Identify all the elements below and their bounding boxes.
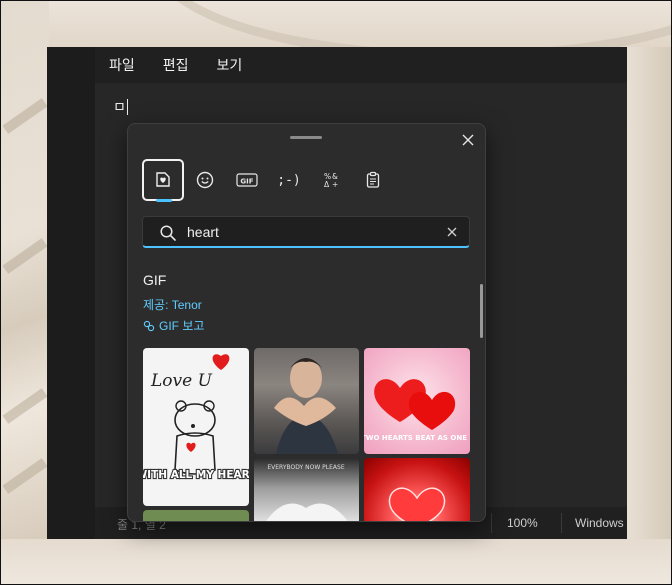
desktop-wallpaper-right [627, 47, 671, 547]
close-button[interactable] [458, 130, 478, 150]
view-gif-label: GIF 보고 [159, 319, 205, 333]
status-divider [491, 513, 492, 533]
finger-heart-person-illustration [274, 358, 338, 454]
svg-text:GIF: GIF [240, 177, 253, 185]
tab-gif[interactable]: GIF [226, 159, 268, 201]
window-left-strip [47, 47, 95, 539]
editor-text: ㅁ [113, 100, 126, 116]
clipboard-icon [366, 171, 380, 188]
search-box [142, 216, 470, 248]
tab-kaomoji[interactable]: ;-) [268, 159, 310, 201]
wallpaper-stripe [2, 98, 48, 134]
menu-edit[interactable]: 편집 [163, 55, 189, 75]
status-zoom: 100% [507, 516, 538, 530]
menu-bar: 파일 편집 보기 [95, 47, 627, 83]
tab-symbols[interactable]: % & Δ + [310, 159, 352, 201]
symbols-icon: % & Δ + [324, 172, 338, 189]
panel-scrollbar[interactable] [480, 284, 483, 338]
gif-result[interactable]: TWO HEARTS BEAT AS ONE [364, 348, 470, 454]
view-gif-link[interactable]: GIF 보고 [143, 317, 204, 334]
svg-text:Δ: Δ [324, 180, 330, 189]
svg-text:TWO HEARTS BEAT AS ONE: TWO HEARTS BEAT AS ONE [364, 434, 467, 442]
hands-illustration: EVERYBODY NOW PLEASE [266, 464, 348, 521]
screenshot-frame: 파일 편집 보기 ㅁ 줄 1, 열 2 100% Windows GIF ;-)… [0, 0, 672, 585]
smiley-icon [196, 171, 214, 189]
glowing-heart-illustration [388, 487, 446, 521]
heart-sticker-icon [156, 172, 170, 187]
gif-result[interactable]: Love U WITH ALL MY HEART [143, 348, 249, 506]
pooh-love-illustration: Love U WITH ALL MY HEART [143, 354, 249, 482]
two-hearts-illustration: TWO HEARTS BEAT AS ONE [364, 379, 467, 442]
desktop-wallpaper-bottom [1, 539, 671, 584]
search-icon [160, 225, 176, 241]
desktop-wallpaper-left [1, 1, 49, 584]
svg-text:+: + [332, 180, 338, 189]
search-input[interactable] [187, 221, 437, 243]
menu-file[interactable]: 파일 [109, 55, 135, 75]
gif-result[interactable] [143, 510, 249, 521]
kaomoji-icon: ;-) [277, 172, 301, 188]
editor-content[interactable]: ㅁ [113, 97, 128, 117]
wallpaper-stripe [2, 388, 48, 424]
tab-emoji[interactable] [184, 159, 226, 201]
link-icon [143, 320, 155, 331]
drag-handle[interactable] [290, 136, 322, 139]
active-tab-indicator [156, 199, 172, 202]
section-title: GIF [143, 272, 167, 288]
svg-text:EVERYBODY NOW PLEASE: EVERYBODY NOW PLEASE [267, 464, 344, 471]
gif-result[interactable]: EVERYBODY NOW PLEASE [254, 458, 359, 521]
provider-link[interactable]: 제공: Tenor [143, 296, 202, 313]
status-line-ending: Windows [575, 516, 624, 530]
clear-search-icon[interactable] [445, 225, 459, 239]
gif-icon: GIF [236, 173, 258, 187]
status-divider [561, 513, 562, 533]
tab-clipboard[interactable] [352, 159, 394, 201]
close-icon [462, 134, 474, 146]
menu-view[interactable]: 보기 [217, 55, 243, 75]
gif-result[interactable] [254, 348, 359, 454]
svg-text:WITH ALL MY HEART: WITH ALL MY HEART [143, 469, 249, 481]
tab-recent[interactable] [142, 159, 184, 202]
gif-result[interactable] [364, 458, 470, 521]
desktop-wallpaper-top [1, 1, 671, 61]
text-caret [126, 99, 128, 115]
wallpaper-stripe [2, 458, 48, 494]
panel-tabs: GIF ;-) % & Δ + [142, 159, 394, 202]
emoji-panel: GIF ;-) % & Δ + heart GIF 제공: Tenor GIF … [127, 123, 486, 522]
wallpaper-stripe [2, 238, 48, 274]
svg-text:Love U: Love U [150, 371, 213, 391]
